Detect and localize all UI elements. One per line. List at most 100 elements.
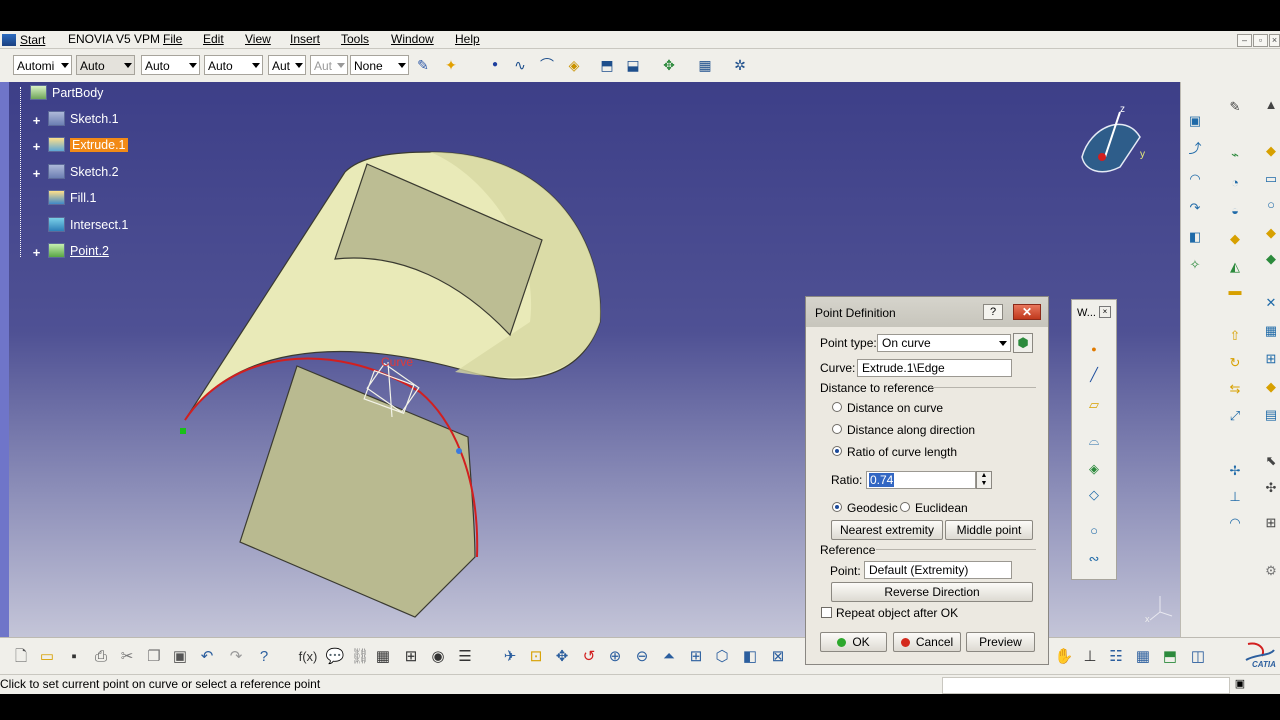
- tree-item-fill1[interactable]: Fill.1: [48, 190, 96, 205]
- menu-file[interactable]: File: [161, 31, 184, 48]
- brush-icon[interactable]: ✦: [441, 56, 461, 74]
- tree-item-intersect1[interactable]: Intersect.1: [48, 217, 128, 232]
- extra-tool-icon[interactable]: ▲: [1261, 96, 1280, 114]
- analysis-icon[interactable]: ✲: [730, 56, 750, 74]
- menu-insert[interactable]: Insert: [288, 31, 322, 48]
- parallel-curve-icon[interactable]: ◇: [1084, 486, 1104, 504]
- shading-icon[interactable]: ◧: [740, 647, 760, 667]
- projection-icon[interactable]: ⌓: [1084, 432, 1104, 450]
- transform-icon[interactable]: ✥: [659, 56, 679, 74]
- open-folder-icon[interactable]: ▭: [37, 647, 57, 667]
- multisection-icon[interactable]: ✧: [1185, 256, 1205, 274]
- command-input[interactable]: [942, 677, 1230, 694]
- extrapolate-icon[interactable]: ◒: [1225, 202, 1245, 220]
- healing-icon[interactable]: ▬: [1225, 282, 1245, 300]
- dialog-help-button[interactable]: ?: [983, 304, 1003, 320]
- linetype-combo[interactable]: Aut: [268, 55, 306, 75]
- extra-tool-icon[interactable]: ○: [1261, 196, 1280, 214]
- line-tool-icon[interactable]: ╱: [1084, 366, 1104, 384]
- menu-tools[interactable]: Tools: [339, 31, 371, 48]
- fill-tool-icon[interactable]: ◧: [1185, 228, 1205, 246]
- comment-icon[interactable]: 💬: [325, 647, 345, 667]
- ratio-spinner[interactable]: ▲ ▼: [976, 471, 992, 489]
- wireframe-icon[interactable]: ▣: [1185, 112, 1205, 130]
- menu-view[interactable]: View: [243, 31, 273, 48]
- extra-tool-icon[interactable]: ▭: [1261, 170, 1280, 188]
- zoom-out-icon[interactable]: ⊖: [632, 647, 652, 667]
- layer-combo[interactable]: Automi: [13, 55, 72, 75]
- surface-icon[interactable]: ◈: [564, 56, 584, 74]
- renderstyle-combo[interactable]: None: [350, 55, 409, 75]
- point-icon[interactable]: ●: [485, 56, 505, 74]
- offset-icon[interactable]: ◔: [1225, 174, 1245, 192]
- reference-point-input[interactable]: Default (Extremity): [864, 561, 1012, 579]
- point-tool-icon[interactable]: ●: [1084, 340, 1104, 358]
- extra-tool-icon[interactable]: ⊞: [1261, 350, 1280, 368]
- menu-enovia[interactable]: ENOVIA V5 VPM: [66, 31, 162, 48]
- extra-tool-icon[interactable]: ✣: [1261, 479, 1280, 497]
- fly-mode-icon[interactable]: ✈: [500, 647, 520, 667]
- help-icon[interactable]: ?: [254, 647, 274, 667]
- middle-point-button[interactable]: Middle point: [945, 520, 1033, 540]
- properties-icon[interactable]: ☰: [455, 647, 475, 667]
- plane-icon[interactable]: ⊥: [1225, 488, 1245, 506]
- extra-tool-icon[interactable]: ▦: [1261, 322, 1280, 340]
- tree-item-sketch1[interactable]: Sketch.1: [48, 111, 119, 126]
- dialog-titlebar[interactable]: Point Definition ? ✕: [806, 297, 1048, 327]
- hierarchy-icon[interactable]: ⊞: [401, 647, 421, 667]
- extra-tool-icon[interactable]: ✕: [1261, 294, 1280, 312]
- sweep-icon[interactable]: ↷: [1185, 199, 1205, 217]
- new-file-icon[interactable]: 🗋: [11, 647, 31, 667]
- expand-icon[interactable]: +: [32, 114, 41, 127]
- menu-help[interactable]: Help: [453, 31, 482, 48]
- expand-icon[interactable]: +: [32, 140, 41, 153]
- distance-along-direction-radio[interactable]: [832, 424, 842, 434]
- cut-icon[interactable]: ✂: [117, 647, 137, 667]
- rotate-icon[interactable]: ↻: [1225, 354, 1245, 372]
- point-type-select[interactable]: On curve: [877, 334, 1011, 352]
- paste-icon[interactable]: ▣: [170, 647, 190, 667]
- tree-item-sketch2[interactable]: Sketch.2: [48, 164, 119, 179]
- reverse-direction-button[interactable]: Reverse Direction: [831, 582, 1033, 602]
- fit-all-icon[interactable]: ⊡: [526, 647, 546, 667]
- swap-icon[interactable]: ◫: [1188, 647, 1208, 667]
- extra-tool-icon[interactable]: ◆: [1261, 378, 1280, 396]
- linewidth-combo[interactable]: Auto: [204, 55, 263, 75]
- normal-view-icon[interactable]: ⏶: [659, 647, 679, 667]
- ok-button[interactable]: OK: [820, 632, 887, 652]
- catalog-icon[interactable]: ◉: [428, 647, 448, 667]
- preview-button[interactable]: Preview: [966, 632, 1035, 652]
- dialog-close-button[interactable]: ✕: [1013, 304, 1041, 320]
- law-icon[interactable]: ⛓: [350, 647, 370, 667]
- plane-tool-icon[interactable]: ▱: [1084, 396, 1104, 414]
- scale-icon[interactable]: ⤢: [1225, 407, 1245, 425]
- table-icon[interactable]: ▦: [373, 647, 393, 667]
- copy-icon[interactable]: ❐: [144, 647, 164, 667]
- translate-icon[interactable]: ⇧: [1225, 327, 1245, 345]
- layer-icon[interactable]: ⬒: [1160, 647, 1180, 667]
- ratio-input[interactable]: 0.74: [866, 471, 976, 489]
- join-icon[interactable]: ⬒: [597, 56, 617, 74]
- tree-item-extrude1[interactable]: Extrude.1: [48, 137, 128, 152]
- transparency-combo[interactable]: Auto: [141, 55, 200, 75]
- revolve-icon[interactable]: ◠: [1185, 170, 1205, 188]
- grid-view-icon[interactable]: ▦: [1133, 647, 1153, 667]
- extra-tool-icon[interactable]: ◆: [1261, 224, 1280, 242]
- extra-tool-icon[interactable]: ⚙: [1261, 562, 1280, 580]
- color-combo[interactable]: Auto: [76, 55, 135, 75]
- zoom-in-icon[interactable]: ⊕: [605, 647, 625, 667]
- arc-icon[interactable]: ⌒: [537, 56, 557, 74]
- axis-icon[interactable]: ⊥: [1080, 647, 1100, 667]
- grid-icon[interactable]: ▦: [695, 56, 715, 74]
- spline-tool-icon[interactable]: ∾: [1084, 550, 1104, 568]
- intersection-icon[interactable]: ◈: [1084, 460, 1104, 478]
- extra-tool-icon[interactable]: ⬉: [1261, 452, 1280, 470]
- tree-item-point2[interactable]: Point.2: [48, 243, 109, 258]
- geodesic-radio[interactable]: [832, 502, 842, 512]
- minimize-button[interactable]: –: [1237, 34, 1252, 47]
- iso-view-icon[interactable]: ⬡: [712, 647, 732, 667]
- split-icon[interactable]: ⬓: [623, 56, 643, 74]
- menu-edit[interactable]: Edit: [201, 31, 226, 48]
- rotate-view-icon[interactable]: ↺: [579, 647, 599, 667]
- ratio-of-curve-length-radio[interactable]: [832, 446, 842, 456]
